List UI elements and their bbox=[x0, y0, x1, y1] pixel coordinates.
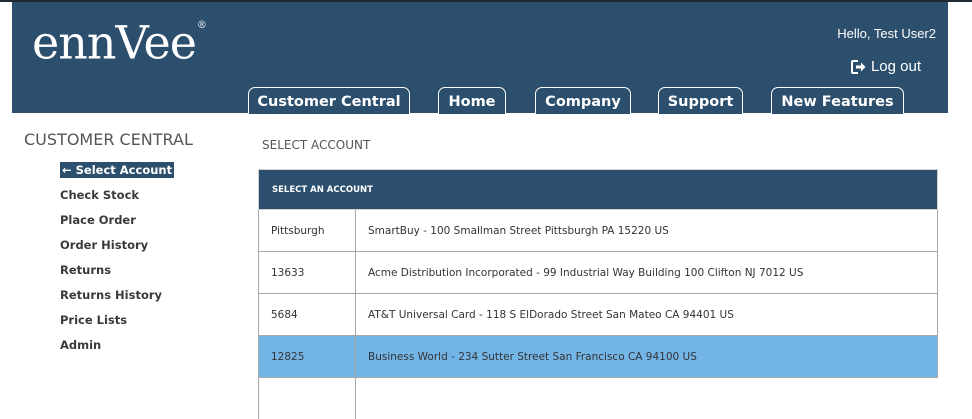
tab-customer-central[interactable]: Customer Central bbox=[248, 87, 410, 114]
sidebar-item-label: ← Select Account bbox=[60, 162, 174, 178]
sign-out-icon bbox=[851, 60, 866, 74]
sidebar-item-returns-history[interactable]: Returns History bbox=[60, 285, 174, 310]
table-row[interactable]: 13633 Acme Distribution Incorporated - 9… bbox=[259, 252, 938, 294]
account-details-cell: SmartBuy - 100 Smallman Street Pittsburg… bbox=[356, 210, 938, 252]
account-details-cell: AT&T Universal Card - 118 S ElDorado Str… bbox=[356, 294, 938, 336]
table-row-empty bbox=[259, 378, 938, 419]
account-id-cell: Pittsburgh bbox=[259, 210, 356, 252]
sidebar-item-returns[interactable]: Returns bbox=[60, 260, 174, 285]
tab-support[interactable]: Support bbox=[658, 87, 743, 114]
tab-company[interactable]: Company bbox=[535, 87, 631, 114]
logo-text: ennVee bbox=[32, 15, 196, 69]
sidebar-item-label: Admin bbox=[60, 338, 101, 352]
sidebar-item-select-account[interactable]: ← Select Account bbox=[60, 160, 174, 185]
page-title: SELECT ACCOUNT bbox=[262, 138, 370, 152]
logout-link[interactable]: Log out bbox=[851, 58, 921, 75]
sidebar-item-label: Returns bbox=[60, 263, 111, 277]
account-id-cell: 5684 bbox=[259, 294, 356, 336]
empty-cell bbox=[259, 378, 356, 419]
ennvee-logo[interactable]: ennVee® bbox=[32, 10, 206, 72]
table-row[interactable]: Pittsburgh SmartBuy - 100 Smallman Stree… bbox=[259, 210, 938, 252]
sidebar-nav: ← Select Account Check Stock Place Order… bbox=[60, 160, 174, 360]
account-id-cell: 12825 bbox=[259, 336, 356, 378]
empty-cell bbox=[356, 378, 938, 419]
tab-label: Customer Central bbox=[257, 94, 400, 110]
site-header: ennVee® Hello, Test User2 Log out Custom… bbox=[12, 2, 948, 113]
tab-label: Company bbox=[545, 94, 621, 110]
sidebar-item-label: Place Order bbox=[60, 213, 136, 227]
sidebar-item-check-stock[interactable]: Check Stock bbox=[60, 185, 174, 210]
sidebar-title: CUSTOMER CENTRAL bbox=[24, 130, 193, 149]
tab-label: Home bbox=[448, 94, 495, 110]
account-table: SELECT AN ACCOUNT Pittsburgh SmartBuy - … bbox=[258, 169, 938, 419]
tab-home[interactable]: Home bbox=[438, 87, 506, 114]
account-details-cell: Business World - 234 Sutter Street San F… bbox=[356, 336, 938, 378]
sidebar-item-label: Returns History bbox=[60, 288, 162, 302]
sidebar-item-label: Check Stock bbox=[60, 188, 139, 202]
user-greeting: Hello, Test User2 bbox=[837, 26, 936, 41]
tab-label: Support bbox=[668, 94, 734, 110]
account-details-cell: Acme Distribution Incorporated - 99 Indu… bbox=[356, 252, 938, 294]
registered-mark: ® bbox=[197, 20, 206, 31]
sidebar-item-price-lists[interactable]: Price Lists bbox=[60, 310, 174, 335]
table-row-selected[interactable]: 12825 Business World - 234 Sutter Street… bbox=[259, 336, 938, 378]
sidebar-item-label: Order History bbox=[60, 238, 148, 252]
sidebar-item-label: Price Lists bbox=[60, 313, 127, 327]
tab-label: New Features bbox=[781, 94, 893, 110]
table-header: SELECT AN ACCOUNT bbox=[259, 170, 938, 210]
table-row[interactable]: 5684 AT&T Universal Card - 118 S ElDorad… bbox=[259, 294, 938, 336]
table-header-row: SELECT AN ACCOUNT bbox=[259, 170, 938, 210]
logout-label: Log out bbox=[871, 58, 921, 75]
sidebar-item-order-history[interactable]: Order History bbox=[60, 235, 174, 260]
tab-new-features[interactable]: New Features bbox=[771, 87, 904, 114]
sidebar-item-place-order[interactable]: Place Order bbox=[60, 210, 174, 235]
account-id-cell: 13633 bbox=[259, 252, 356, 294]
sidebar-item-admin[interactable]: Admin bbox=[60, 335, 174, 360]
